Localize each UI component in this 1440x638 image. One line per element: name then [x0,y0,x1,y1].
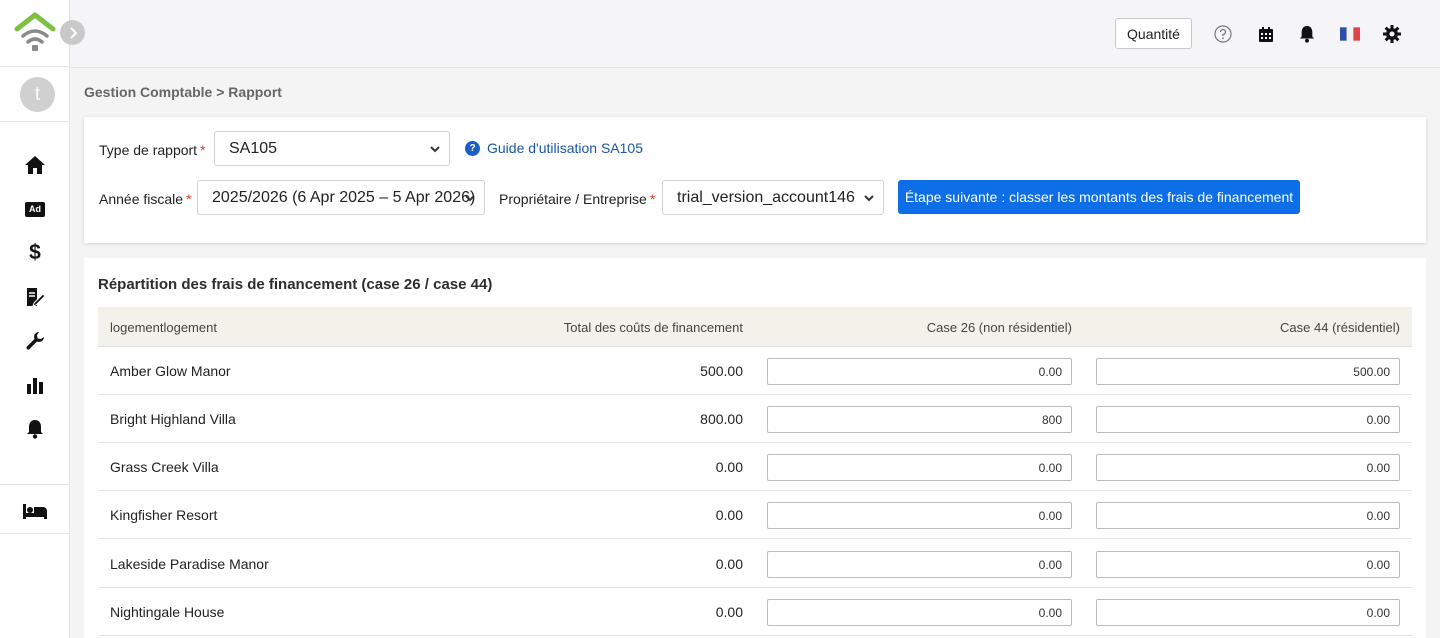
sidebar-item-notifications[interactable] [23,417,47,441]
sidebar-item-reports[interactable] [23,373,47,397]
sidebar: t Ad $ [0,0,85,638]
next-step-button[interactable]: Étape suivante : classer les montants de… [898,180,1300,214]
calendar-button[interactable] [1256,24,1276,44]
sidebar-item-home[interactable] [23,153,47,177]
expand-sidebar-button[interactable] [60,20,85,45]
section-title: Répartition des frais de financement (ca… [98,276,493,293]
property-name: Grass Creek Villa [110,459,219,475]
box26-input[interactable] [767,551,1072,578]
breadcrumb: Gestion Comptable > Rapport [84,84,282,100]
document-edit-icon [27,288,45,307]
owner-select[interactable]: trial_version_account146 [662,180,884,215]
sidebar-item-ads[interactable]: Ad [23,197,47,221]
table-row: Amber Glow Manor 500.00 [98,347,1412,395]
wrench-icon [26,332,44,350]
table-row: Nightingale House 0.00 [98,588,1412,636]
total-cost: 800.00 [700,411,743,427]
report-type-select[interactable]: SA105 [214,131,450,166]
box26-input[interactable] [767,358,1072,385]
property-name: Lakeside Paradise Manor [110,556,269,572]
settings-button[interactable] [1382,24,1402,44]
table-header: logementlogement Total des coûts de fina… [98,307,1412,347]
total-cost: 500.00 [700,363,743,379]
box26-input[interactable] [767,502,1072,529]
question-circle-icon: ? [465,140,480,156]
box26-input[interactable] [767,454,1072,481]
french-flag-icon [1340,27,1360,41]
total-cost: 0.00 [715,556,743,572]
box44-input[interactable] [1096,406,1400,433]
bed-icon [23,504,47,519]
header-box26: Case 26 (non résidentiel) [926,320,1072,335]
box44-input[interactable] [1096,551,1400,578]
table-row: Bright Highland Villa 800.00 [98,395,1412,443]
box44-input[interactable] [1096,502,1400,529]
sidebar-item-documents[interactable] [23,285,47,309]
total-cost: 0.00 [715,459,743,475]
table-row: Lakeside Paradise Manor 0.00 [98,540,1412,588]
property-name: Nightingale House [110,604,225,620]
home-icon [25,156,45,174]
sidebar-item-finance[interactable]: $ [23,241,47,265]
property-name: Amber Glow Manor [110,363,231,379]
chevron-right-icon [69,26,77,39]
bell-icon [27,420,43,439]
box44-input[interactable] [1096,454,1400,481]
box44-input[interactable] [1096,358,1400,385]
bar-chart-icon [27,378,43,394]
guide-link[interactable]: ? Guide d'utilisation SA105 [465,140,643,156]
chevron-down-icon [430,146,440,153]
sidebar-divider [0,484,70,485]
property-name: Bright Highland Villa [110,411,236,427]
chevron-down-icon [465,195,475,202]
ad-icon: Ad [25,201,45,217]
box26-input[interactable] [767,599,1072,626]
header-box44: Case 44 (résidentiel) [1280,320,1400,335]
header-property: logementlogement [110,320,217,335]
table-row: Kingfisher Resort 0.00 [98,491,1412,539]
report-filter-card: Type de rapport * SA105 ? Guide d'utilisa… [84,117,1426,243]
box44-input[interactable] [1096,599,1400,626]
sidebar-item-properties[interactable] [23,499,47,523]
language-button[interactable] [1340,24,1360,44]
gear-icon [1383,25,1401,43]
sidebar-item-maintenance[interactable] [23,329,47,353]
bell-icon [1299,26,1315,43]
report-type-label: Type de rapport * [99,142,206,158]
help-button[interactable] [1213,24,1233,44]
topbar: Quantité [70,0,1440,68]
total-cost: 0.00 [715,604,743,620]
home-wifi-logo-icon[interactable] [14,12,56,52]
sidebar-divider [0,121,70,122]
notifications-button[interactable] [1297,24,1317,44]
calendar-icon [1259,26,1273,42]
sidebar-divider [0,533,70,534]
owner-label: Propriétaire / Entreprise * [499,191,656,207]
box26-input[interactable] [767,406,1072,433]
avatar[interactable]: t [20,77,55,112]
header-total: Total des coûts de financement [563,320,743,335]
question-circle-icon [1214,25,1232,43]
sidebar-divider [0,66,70,67]
fiscal-year-label: Année fiscale * [99,191,192,207]
property-name: Kingfisher Resort [110,507,218,523]
total-cost: 0.00 [715,507,743,523]
fiscal-year-select[interactable]: 2025/2026 (6 Apr 2025 – 5 Apr 2026) [197,180,485,215]
dollar-icon: $ [29,241,41,264]
table-row: Grass Creek Villa 0.00 [98,443,1412,491]
chevron-down-icon [864,195,874,202]
quantity-button[interactable]: Quantité [1115,18,1192,49]
financing-costs-card: Répartition des frais de financement (ca… [84,258,1426,638]
